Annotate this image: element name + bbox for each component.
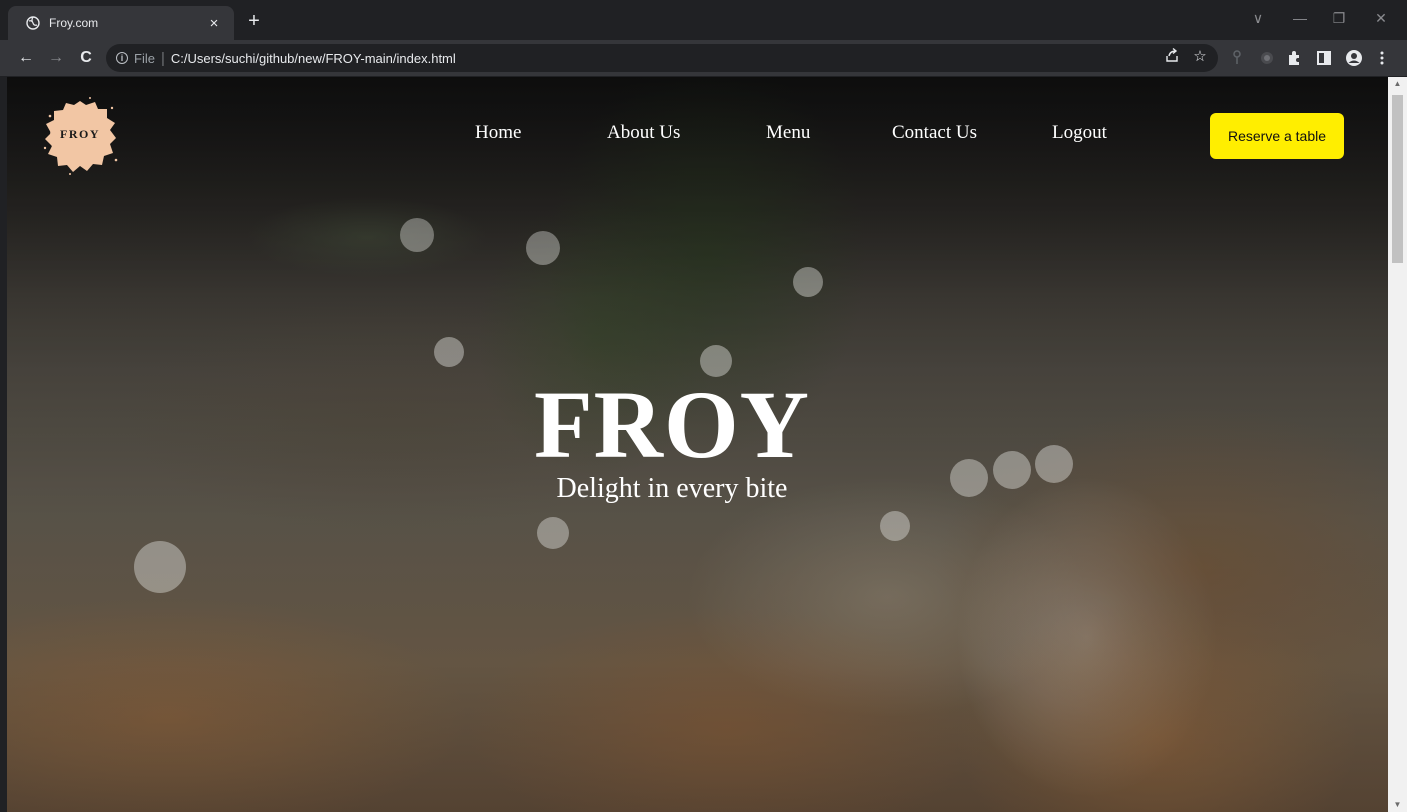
page-viewport: FROY Home About Us Menu Contact Us Logou… [7, 77, 1388, 812]
side-panel-icon[interactable] [1315, 49, 1333, 67]
more-menu-icon[interactable] [1373, 49, 1391, 67]
address-bar[interactable]: i File | C:/Users/suchi/github/new/FROY-… [106, 44, 1218, 72]
close-window-button[interactable]: ✕ [1371, 10, 1391, 27]
bookmark-star-icon[interactable]: ☆ [1191, 47, 1209, 65]
extension-badge-icon[interactable] [1258, 49, 1276, 67]
globe-icon [26, 16, 40, 30]
logo-text: FROY [60, 127, 100, 141]
url-text[interactable]: C:/Users/suchi/github/new/FROY-main/inde… [171, 51, 456, 66]
new-tab-button[interactable]: + [244, 10, 264, 34]
nav-about-us[interactable]: About Us [607, 122, 680, 144]
browser-tab[interactable]: Froy.com × [8, 6, 234, 40]
scheme-label: File [134, 50, 155, 66]
tab-title: Froy.com [49, 16, 99, 30]
hero-title: FROY [534, 371, 810, 478]
nav-menu[interactable]: Menu [766, 122, 810, 144]
froy-logo[interactable]: FROY [40, 96, 120, 176]
share-icon[interactable] [1163, 47, 1181, 67]
nav-home[interactable]: Home [475, 122, 521, 144]
page-scrollbar[interactable]: ▲ ▼ [1388, 77, 1407, 812]
profile-icon[interactable] [1345, 49, 1363, 67]
reserve-table-button[interactable]: Reserve a table [1210, 113, 1344, 159]
tab-search-icon[interactable]: ∨ [1248, 10, 1268, 27]
address-separator: | [160, 49, 165, 67]
key-icon[interactable] [1228, 49, 1246, 67]
nav-contact-us[interactable]: Contact Us [892, 122, 977, 144]
info-icon[interactable]: i [116, 52, 128, 64]
forward-button[interactable]: → [46, 48, 66, 68]
puzzle-icon[interactable] [1286, 49, 1304, 67]
nav-logout[interactable]: Logout [1052, 122, 1107, 144]
browser-toolbar: ← → C i File | C:/Users/suchi/github/new… [0, 40, 1407, 76]
scroll-down-arrow-icon[interactable]: ▼ [1388, 798, 1407, 812]
hero-subtitle: Delight in every bite [556, 473, 788, 504]
reload-button[interactable]: C [76, 48, 96, 68]
scroll-thumb[interactable] [1392, 95, 1403, 263]
back-button[interactable]: ← [16, 48, 36, 68]
scroll-up-arrow-icon[interactable]: ▲ [1388, 77, 1407, 91]
tab-strip: Froy.com × + ∨ — ❐ ✕ [0, 0, 1407, 40]
restore-button[interactable]: ❐ [1329, 10, 1349, 27]
minimize-button[interactable]: — [1290, 10, 1310, 26]
close-tab-icon[interactable]: × [206, 15, 222, 32]
